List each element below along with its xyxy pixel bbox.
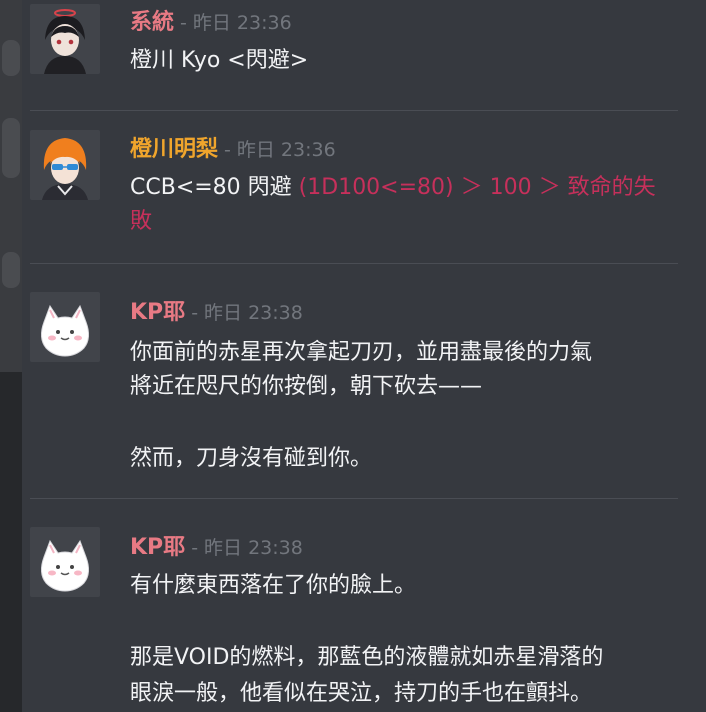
chat-message: 橙川明梨 - 昨日 23:36 CCB<=80 閃避 (1D100<=80) ＞… (22, 111, 706, 263)
separator: - (191, 302, 199, 324)
avatar[interactable] (30, 527, 100, 597)
dice-result: 敗 (130, 209, 153, 234)
chat-message: KP耶 - 昨日 23:38 你面前的赤星再次拿起刀刃，並用盡最後的力氣 將近在… (22, 264, 706, 498)
message-header: KP耶 - 昨日 23:38 (130, 294, 303, 326)
avatar-icon (30, 4, 100, 74)
dice-result: (1D100<=80) ＞ 100 ＞ 致命的失 (298, 175, 656, 200)
separator: - (180, 12, 187, 34)
background-shape (2, 118, 20, 178)
chat-message: 系統 - 昨日 23:36 橙川 Kyo <閃避> (22, 0, 706, 110)
avatar[interactable] (30, 4, 100, 74)
avatar-icon (30, 292, 100, 362)
message-text: 眼淚一般，他看似在哭泣，持刀的手也在顫抖。 (130, 681, 593, 706)
username[interactable]: 橙川明梨 (130, 131, 218, 163)
avatar[interactable] (30, 292, 100, 362)
username[interactable]: KP耶 (130, 294, 185, 326)
background-strip (0, 0, 22, 712)
separator: - (224, 139, 231, 161)
message-header: KP耶 - 昨日 23:38 (130, 529, 303, 561)
separator: - (191, 537, 199, 559)
avatar[interactable] (30, 130, 100, 200)
message-text: 將近在咫尺的你按倒，朝下砍去—— (130, 374, 483, 399)
message-text: 橙川 Kyo <閃避> (130, 48, 309, 73)
message-text: 有什麼東西落在了你的臉上。 (130, 573, 417, 598)
background-shape (2, 252, 20, 288)
message-header: 系統 - 昨日 23:36 (130, 4, 292, 36)
timestamp: 昨日 23:38 (204, 302, 303, 324)
chat-panel: 系統 - 昨日 23:36 橙川 Kyo <閃避> 橙川明梨 - 昨日 23:3… (22, 0, 706, 712)
background-shape (0, 372, 22, 712)
message-text: 那是VOID的燃料，那藍色的液體就如赤星滑落的 (130, 645, 604, 670)
timestamp: 昨日 23:36 (192, 12, 292, 34)
message-header: 橙川明梨 - 昨日 23:36 (130, 131, 336, 163)
chat-message: KP耶 - 昨日 23:38 有什麼東西落在了你的臉上。 那是VOID的燃料，那… (22, 499, 706, 712)
username[interactable]: 系統 (130, 4, 174, 36)
message-text: 然而，刀身沒有碰到你。 (130, 446, 373, 471)
message-text: 你面前的赤星再次拿起刀刃，並用盡最後的力氣 (130, 340, 593, 365)
avatar-icon (30, 527, 100, 597)
avatar-icon (30, 130, 100, 200)
timestamp: 昨日 23:36 (236, 139, 336, 161)
message-text: CCB<=80 閃避 (1D100<=80) ＞ 100 ＞ 致命的失 (130, 169, 656, 201)
background-shape (2, 40, 20, 76)
timestamp: 昨日 23:38 (204, 537, 303, 559)
dice-command: CCB<=80 閃避 (130, 175, 299, 200)
username[interactable]: KP耶 (130, 529, 185, 561)
